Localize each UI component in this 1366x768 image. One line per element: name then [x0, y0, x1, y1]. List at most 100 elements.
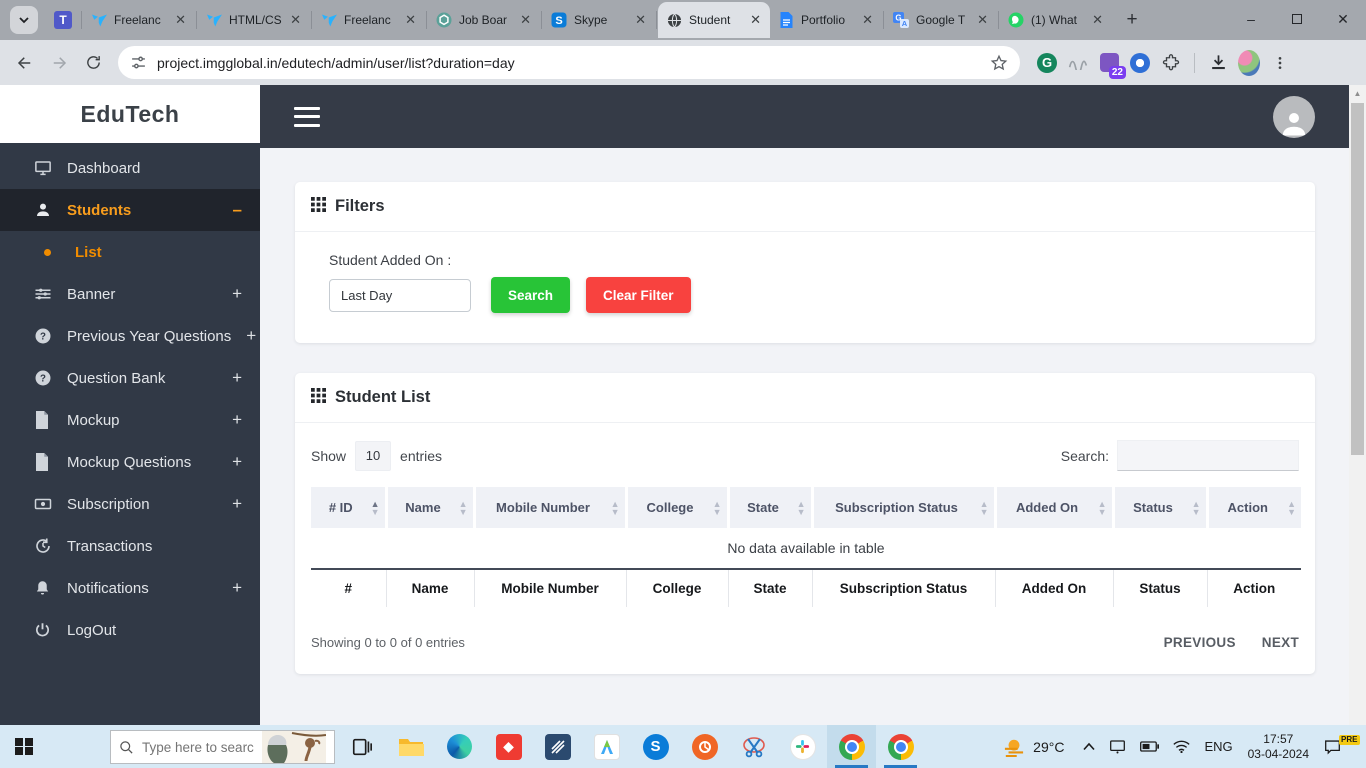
tab-close-icon[interactable]: ✕	[1091, 12, 1104, 28]
tab-htmlcss[interactable]: HTML/CS ✕	[198, 3, 310, 37]
address-bar[interactable]: project.imgglobal.in/edutech/admin/user/…	[118, 46, 1020, 79]
notification-center-button[interactable]	[1317, 725, 1348, 768]
sidebar-item-dashboard[interactable]: Dashboard	[0, 147, 260, 189]
edge-browser-icon[interactable]	[435, 725, 484, 768]
file-explorer-icon[interactable]	[386, 725, 435, 768]
bookmark-star-icon[interactable]	[990, 54, 1008, 72]
display-cast-icon[interactable]	[1102, 725, 1133, 768]
hamburger-menu-icon[interactable]	[294, 106, 320, 127]
previous-page-button[interactable]: PREVIOUS	[1164, 635, 1236, 650]
brand-logo[interactable]: EduTech	[0, 85, 260, 143]
column-header-added-on[interactable]: Added On ▲ ▼	[995, 487, 1115, 528]
tab-job-board[interactable]: Job Boar ✕	[428, 3, 540, 37]
tab-close-icon[interactable]: ✕	[976, 12, 989, 28]
new-tab-button[interactable]: +	[1118, 6, 1146, 34]
slack-app-icon[interactable]	[778, 725, 827, 768]
chrome-active-window-icon[interactable]	[827, 725, 876, 768]
sidebar-item-previous-year-questions[interactable]: ? Previous Year Questions +	[0, 315, 260, 357]
tab-portfolio[interactable]: Portfolio ✕	[770, 3, 882, 37]
expand-icon[interactable]: +	[232, 368, 242, 388]
snipping-tool-icon[interactable]	[729, 725, 778, 768]
chrome-window-icon[interactable]	[876, 725, 925, 768]
column-header-status[interactable]: Status ▲ ▼	[1113, 487, 1209, 528]
pinned-tab-teams[interactable]: T	[46, 3, 80, 37]
window-minimize-button[interactable]: –	[1228, 0, 1274, 38]
taskbar-search-box[interactable]	[110, 730, 335, 764]
collapse-icon[interactable]: –	[233, 200, 242, 220]
tab-search-button[interactable]	[10, 6, 38, 34]
sidebar-item-mockup-questions[interactable]: Mockup Questions +	[0, 441, 260, 483]
wifi-icon[interactable]	[1166, 725, 1197, 768]
sidebar-item-transactions[interactable]: Transactions	[0, 525, 260, 567]
clear-filter-button[interactable]: Clear Filter	[586, 277, 691, 313]
column-header-college[interactable]: College ▲ ▼	[626, 487, 730, 528]
sidebar-item-notifications[interactable]: Notifications +	[0, 567, 260, 609]
task-view-button[interactable]	[337, 725, 386, 768]
expand-icon[interactable]: +	[246, 326, 256, 346]
column-header-name[interactable]: Name ▲ ▼	[386, 487, 476, 528]
language-indicator[interactable]: ENG	[1197, 725, 1239, 768]
window-maximize-button[interactable]	[1274, 0, 1320, 38]
tab-close-icon[interactable]: ✕	[634, 12, 647, 28]
forward-button[interactable]	[44, 48, 74, 78]
expand-icon[interactable]: +	[232, 578, 242, 598]
start-button[interactable]	[0, 725, 48, 768]
tab-close-icon[interactable]: ✕	[404, 12, 417, 28]
a-design-app-icon[interactable]	[582, 725, 631, 768]
grammarly-extension-icon[interactable]: G	[1036, 52, 1058, 74]
tab-close-icon[interactable]: ✕	[174, 12, 187, 28]
tab-skype[interactable]: S Skype ✕	[543, 3, 655, 37]
tray-expand-chevron[interactable]	[1076, 725, 1102, 768]
column-header-mobile[interactable]: Mobile Number ▲ ▼	[474, 487, 628, 528]
taskbar-search-input[interactable]	[142, 739, 254, 755]
blue-extension-icon[interactable]	[1129, 52, 1151, 74]
browser-profile-avatar[interactable]	[1238, 49, 1260, 76]
page-size-select[interactable]: 10	[355, 440, 392, 471]
tab-close-icon[interactable]: ✕	[861, 12, 874, 28]
battery-icon[interactable]	[1133, 725, 1166, 768]
tab-freelancer-1[interactable]: Freelanc ✕	[83, 3, 195, 37]
reload-button[interactable]	[78, 48, 108, 78]
tab-freelancer-2[interactable]: Freelanc ✕	[313, 3, 425, 37]
sidebar-subitem-list[interactable]: List	[0, 231, 260, 273]
tab-whatsapp[interactable]: (1) What ✕	[1000, 3, 1112, 37]
column-header-id[interactable]: # ID ▲ ▼	[311, 487, 388, 528]
tab-student-active[interactable]: Student ✕	[658, 2, 770, 38]
sidebar-item-banner[interactable]: Banner +	[0, 273, 260, 315]
skype-app-icon[interactable]: S	[631, 725, 680, 768]
next-page-button[interactable]: NEXT	[1262, 635, 1299, 650]
clock-widget[interactable]: 17:57 03-04-2024	[1240, 732, 1317, 762]
sidebar-item-subscription[interactable]: Subscription +	[0, 483, 260, 525]
browser-scrollbar[interactable]: ▲	[1349, 85, 1366, 725]
expand-icon[interactable]: +	[232, 284, 242, 304]
sidebar-item-mockup[interactable]: Mockup +	[0, 399, 260, 441]
postman-app-icon[interactable]	[680, 725, 729, 768]
red-app-icon[interactable]: ◆	[484, 725, 533, 768]
column-header-action[interactable]: Action ▲ ▼	[1207, 487, 1301, 528]
gray-extension-icon[interactable]	[1067, 52, 1089, 74]
column-header-state[interactable]: State ▲ ▼	[728, 487, 814, 528]
duration-select[interactable]: Last Day	[329, 278, 471, 312]
scrollbar-thumb[interactable]	[1351, 103, 1364, 455]
database-app-icon[interactable]	[533, 725, 582, 768]
sidebar-item-question-bank[interactable]: ? Question Bank +	[0, 357, 260, 399]
search-button[interactable]: Search	[491, 277, 571, 313]
user-avatar[interactable]	[1273, 95, 1315, 138]
tab-close-icon[interactable]: ✕	[519, 12, 532, 28]
extensions-puzzle-button[interactable]	[1160, 52, 1182, 74]
window-close-button[interactable]: ✕	[1320, 0, 1366, 38]
column-header-subscription[interactable]: Subscription Status ▲ ▼	[812, 487, 997, 528]
scrollbar-up-arrow[interactable]: ▲	[1349, 85, 1366, 101]
tab-google-translate[interactable]: GA Google T ✕	[885, 3, 997, 37]
purple-extension-icon[interactable]: 22	[1098, 52, 1126, 79]
sidebar-item-logout[interactable]: LogOut	[0, 609, 260, 651]
downloads-button[interactable]	[1207, 52, 1229, 74]
expand-icon[interactable]: +	[232, 494, 242, 514]
weather-widget[interactable]: 29°C	[991, 737, 1076, 757]
expand-icon[interactable]: +	[232, 452, 242, 472]
sidebar-item-students[interactable]: Students –	[0, 189, 260, 231]
tab-close-icon[interactable]: ✕	[749, 12, 762, 28]
browser-menu-button[interactable]	[1269, 52, 1291, 74]
back-button[interactable]	[10, 48, 40, 78]
table-search-input[interactable]	[1117, 440, 1299, 471]
